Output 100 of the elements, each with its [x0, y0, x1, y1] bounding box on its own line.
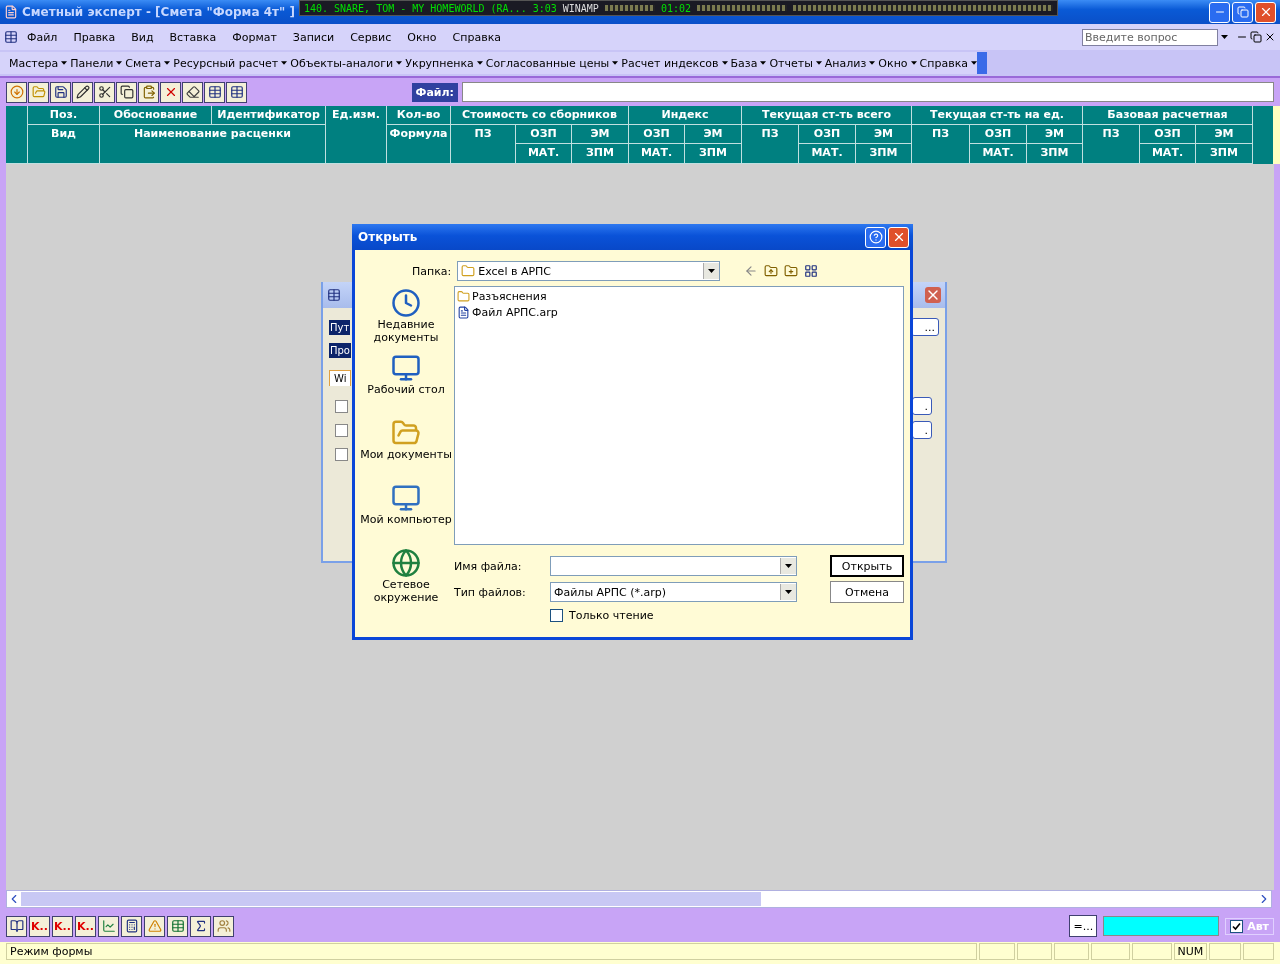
- folder-combobox[interactable]: Excel в АРПС: [457, 261, 721, 281]
- dropdown-menu[interactable]: Панели: [67, 54, 117, 72]
- field-label: Про: [329, 343, 351, 358]
- status-panel: [979, 943, 1015, 960]
- pencil-button[interactable]: [72, 81, 93, 103]
- copy-button[interactable]: [116, 81, 137, 103]
- value-field[interactable]: [1103, 916, 1220, 936]
- menu-item[interactable]: Вид: [124, 28, 161, 46]
- pencil-icon: [75, 85, 90, 99]
- equalizer-drawing: [604, 5, 655, 11]
- file-item[interactable]: Разъяснения: [457, 290, 901, 303]
- help-search-field[interactable]: Введите вопрос: [1082, 28, 1218, 46]
- places-item[interactable]: Мой компьютер: [359, 483, 453, 548]
- column-header: МАТ.: [1140, 144, 1196, 164]
- users-button[interactable]: [213, 915, 234, 937]
- delete-button[interactable]: [160, 81, 181, 103]
- menu-item[interactable]: Правка: [66, 28, 123, 46]
- cut-button[interactable]: [94, 81, 115, 103]
- num-indicator: NUM: [1173, 943, 1208, 960]
- column-header: ЗПМ: [1027, 144, 1083, 164]
- filename-field[interactable]: [550, 556, 797, 576]
- filetype-combobox[interactable]: Файлы АРПС (*.arp): [550, 582, 797, 602]
- menu-item[interactable]: Окно: [400, 28, 444, 46]
- k-button[interactable]: K..: [52, 915, 73, 937]
- paste-button[interactable]: [138, 81, 159, 103]
- column-header: ЗПМ: [1196, 144, 1253, 164]
- book-button[interactable]: [6, 915, 27, 937]
- k-button[interactable]: K..: [29, 915, 50, 937]
- restore-button[interactable]: [1232, 1, 1253, 23]
- table-button[interactable]: [226, 81, 247, 103]
- file-item[interactable]: Файл АРПС.arp: [457, 306, 901, 319]
- eraser-button[interactable]: [182, 81, 203, 103]
- k-button[interactable]: K..: [75, 915, 96, 937]
- menu-item[interactable]: Справка: [445, 28, 508, 46]
- horizontal-scrollbar[interactable]: [6, 890, 1272, 908]
- browse-button[interactable]: .: [912, 421, 932, 439]
- view-menu-icon: [804, 264, 819, 278]
- cut-icon: [97, 85, 112, 99]
- places-item[interactable]: Сетевое окружение: [359, 548, 453, 613]
- browse-button[interactable]: ...: [911, 318, 939, 336]
- table-button[interactable]: [204, 81, 225, 103]
- menu-item[interactable]: Файл: [20, 28, 65, 46]
- minimize-button[interactable]: [1209, 1, 1230, 23]
- status-panel: [1132, 943, 1172, 960]
- elapsed-time: 01:02: [660, 2, 691, 14]
- dropdown-menu[interactable]: Окно: [875, 54, 911, 72]
- formula-button[interactable]: =...: [1069, 915, 1098, 937]
- window-title: Сметный эксперт - [Смета "Форма 4т" ]: [22, 5, 295, 19]
- spreadsheet-button[interactable]: [167, 915, 188, 937]
- column-header: ПЗ: [742, 125, 799, 164]
- places-item[interactable]: Мои документы: [359, 418, 453, 483]
- help-button[interactable]: [865, 226, 886, 248]
- folder-button[interactable]: [28, 81, 49, 103]
- dropdown-menu[interactable]: Расчет индексов: [618, 54, 722, 72]
- menu-item[interactable]: Формат: [225, 28, 284, 46]
- column-header: ОЗП: [799, 125, 856, 144]
- tab[interactable]: Wi: [329, 370, 352, 386]
- chart-button[interactable]: [98, 915, 119, 937]
- column-header: ОЗП: [1140, 125, 1196, 144]
- warning-button[interactable]: [144, 915, 165, 937]
- dropdown-menu[interactable]: Объекты-аналоги: [287, 54, 397, 72]
- clock-icon: [391, 288, 421, 318]
- places-item[interactable]: Недавние документы: [359, 288, 453, 353]
- checkbox[interactable]: [335, 400, 348, 413]
- filetype-label: Тип файлов:: [454, 585, 527, 599]
- open-button[interactable]: Открыть: [830, 555, 904, 577]
- menu-item[interactable]: Сервис: [343, 28, 399, 46]
- checkbox[interactable]: [335, 424, 348, 437]
- column-header: МАТ.: [799, 144, 856, 164]
- dropdown-menu[interactable]: Анализ: [821, 54, 870, 72]
- auto-checkbox[interactable]: [1230, 919, 1244, 933]
- dropdown-menu[interactable]: Укрупненка: [402, 54, 477, 72]
- arrow-circle-icon: [9, 85, 24, 99]
- close-button[interactable]: [1255, 1, 1276, 23]
- dropdown-menu[interactable]: Справка: [916, 54, 972, 72]
- checkbox[interactable]: [335, 448, 348, 461]
- close-button[interactable]: [888, 226, 909, 248]
- cancel-button[interactable]: Отмена: [830, 581, 904, 603]
- readonly-checkbox[interactable]: [550, 608, 563, 622]
- form-icon: [327, 288, 341, 302]
- dropdown-menu[interactable]: База: [727, 54, 761, 72]
- dropdown-menu[interactable]: Смета: [122, 54, 165, 72]
- dropdown-menu[interactable]: Мастера: [6, 54, 62, 72]
- dropdown-menu[interactable]: Согласованные цены: [482, 54, 613, 72]
- places-item[interactable]: Рабочий стол: [359, 353, 453, 418]
- arrow-circle-button[interactable]: [6, 81, 27, 103]
- save-button[interactable]: [50, 81, 71, 103]
- track-time: 3:03: [532, 2, 557, 14]
- status-panel: [1242, 943, 1274, 960]
- sum-button[interactable]: [190, 915, 211, 937]
- caret-icon: [396, 61, 403, 65]
- new-folder-icon: [784, 264, 799, 278]
- menu-item[interactable]: Вставка: [162, 28, 224, 46]
- dropdown-menu[interactable]: Отчеты: [766, 54, 816, 72]
- dropdown-menu[interactable]: Ресурсный расчет: [170, 54, 282, 72]
- menu-item[interactable]: Записи: [285, 28, 342, 46]
- file-field[interactable]: [462, 82, 1274, 102]
- browse-button[interactable]: .: [912, 397, 932, 415]
- column-header: Формула: [387, 125, 451, 164]
- calculator-button[interactable]: [121, 915, 142, 937]
